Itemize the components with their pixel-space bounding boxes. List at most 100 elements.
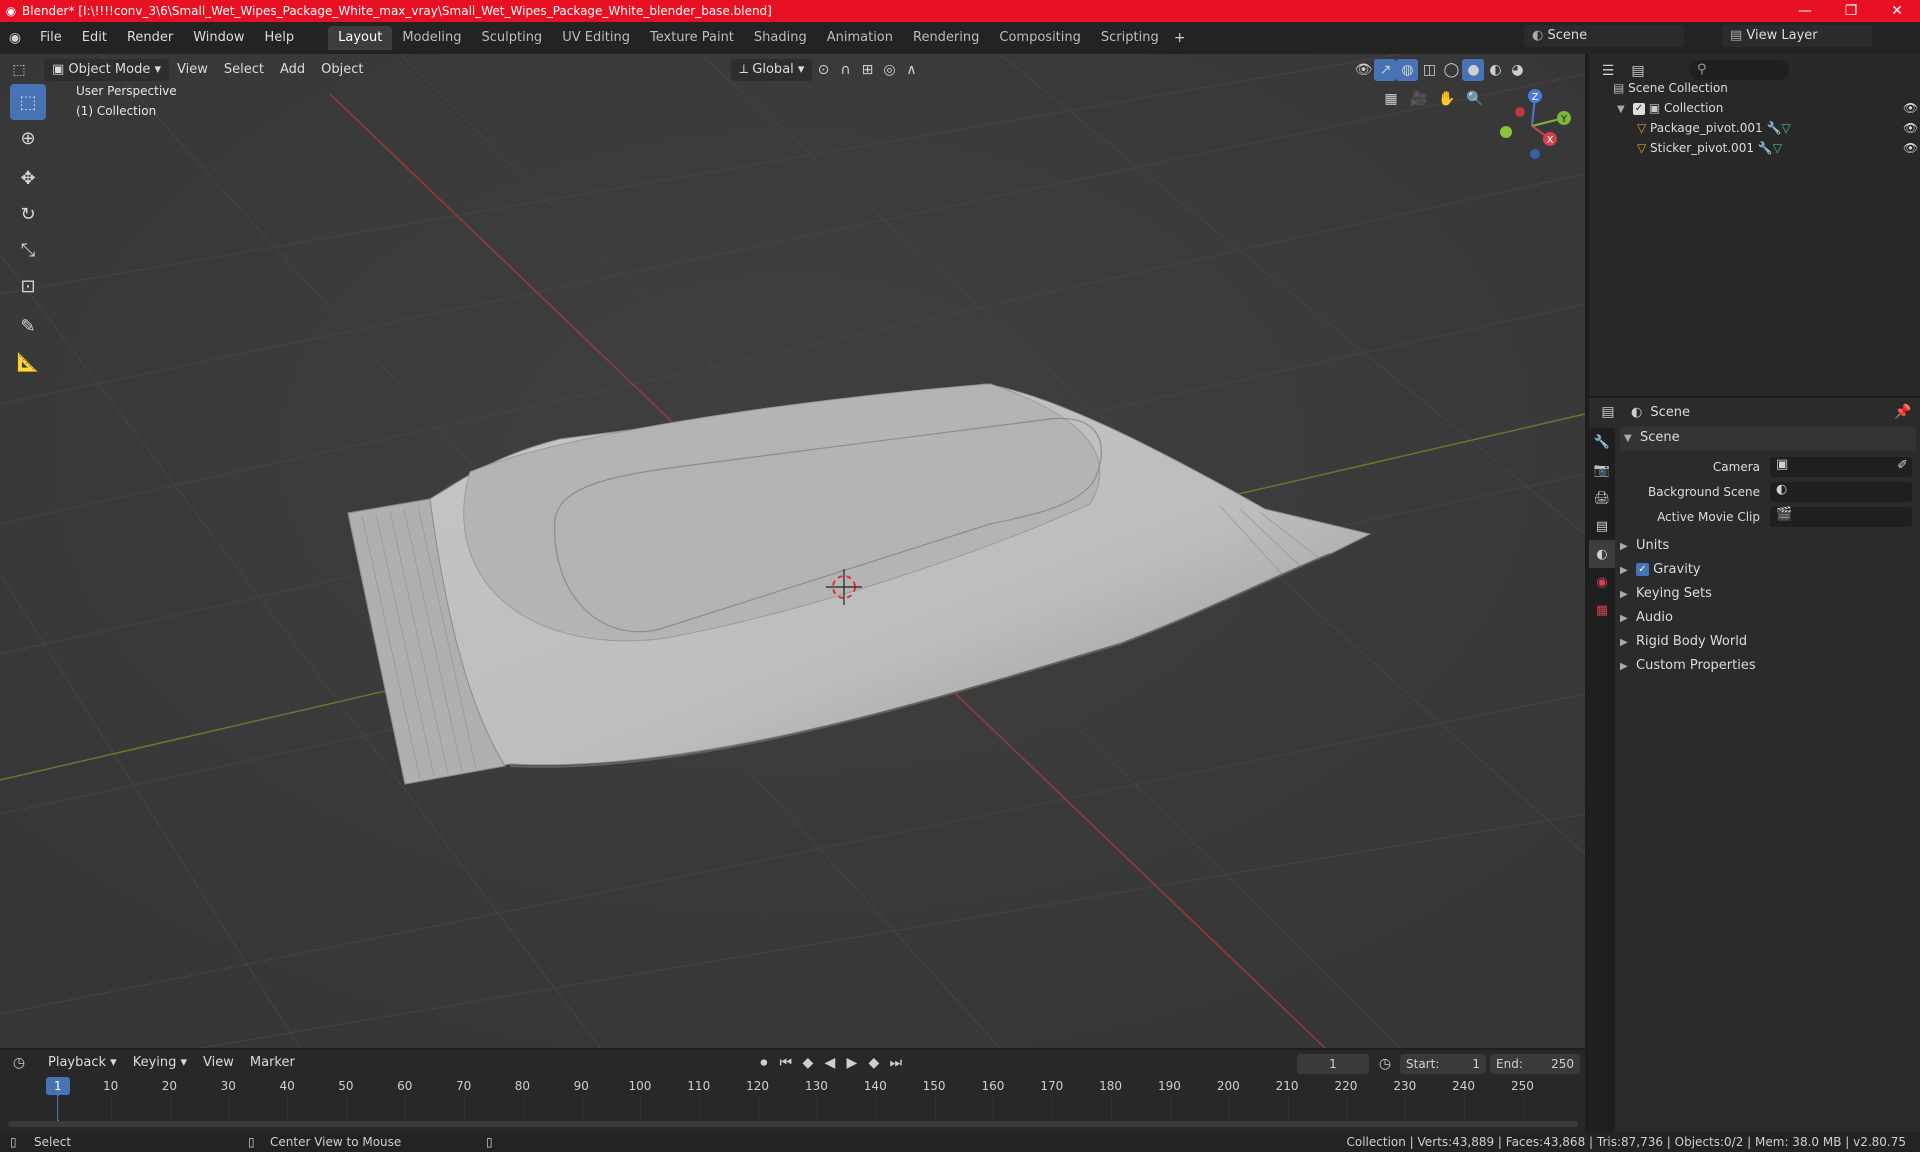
gizmo-toggle-icon[interactable]: ↗ — [1374, 59, 1397, 81]
transform-tool-icon[interactable]: ⊡ — [10, 268, 46, 304]
properties-editor-icon[interactable]: ▤ — [1597, 401, 1619, 423]
tab-scripting[interactable]: Scripting — [1091, 26, 1169, 50]
xray-toggle-icon[interactable]: ◫ — [1418, 59, 1440, 81]
outliner-search-input[interactable]: ⚲ — [1689, 60, 1789, 80]
gravity-panel[interactable]: ▶ ✓ Gravity — [1620, 558, 1701, 582]
visibility-filter-icon[interactable]: 👁 — [1352, 59, 1374, 81]
viewport-menu-view[interactable]: View — [169, 59, 216, 81]
object-visibility-icon[interactable]: 👁 — [1903, 118, 1918, 138]
wireframe-shading-icon[interactable]: ◯ — [1440, 59, 1462, 81]
custom-properties-panel[interactable]: ▶ Custom Properties — [1620, 654, 1756, 678]
outliner-collection-row[interactable]: ▼ ✓ ▣ Collection 👁 — [1617, 98, 1918, 120]
tab-rendering[interactable]: Rendering — [903, 26, 989, 50]
minimize-button[interactable]: — — [1782, 3, 1828, 19]
timeline-editor-icon[interactable]: ◷ — [8, 1052, 30, 1074]
timeline-menu-marker[interactable]: Marker — [242, 1052, 303, 1074]
start-frame-field[interactable]: Start: 1 — [1400, 1054, 1486, 1074]
render-tab-icon[interactable]: 📷 — [1589, 456, 1615, 484]
blender-menu-icon[interactable]: ◉ — [0, 27, 30, 49]
jump-start-icon[interactable]: ⏮ — [775, 1052, 797, 1074]
rigid-body-world-panel[interactable]: ▶ Rigid Body World — [1620, 630, 1747, 654]
close-button[interactable]: ✕ — [1874, 3, 1920, 19]
units-panel[interactable]: ▶ Units — [1620, 534, 1669, 558]
timeline-menu-keying[interactable]: Keying ▾ — [125, 1052, 195, 1074]
viewport-menu-select[interactable]: Select — [216, 59, 272, 81]
stopwatch-icon[interactable]: ◷ — [1374, 1053, 1396, 1075]
snap-icon[interactable]: ∩ — [834, 59, 856, 81]
scene-selector[interactable]: ◐ Scene — [1524, 25, 1684, 47]
world-tab-icon[interactable]: ◉ — [1589, 568, 1615, 596]
end-frame-field[interactable]: End: 250 — [1490, 1054, 1580, 1074]
scene-panel-header[interactable]: ▼ Scene — [1620, 426, 1916, 450]
current-frame-field[interactable]: 1 — [1297, 1054, 1369, 1074]
audio-panel[interactable]: ▶ Audio — [1620, 606, 1673, 630]
collection-visibility-icon[interactable]: 👁 — [1903, 98, 1918, 118]
gizmo-neg-y-axis[interactable] — [1500, 126, 1512, 138]
pan-view-icon[interactable]: ✋ — [1436, 88, 1458, 110]
outliner-object-row[interactable]: ▽ Sticker_pivot.001 🔧▽ 👁 — [1637, 138, 1918, 158]
navigation-gizmo[interactable]: Z Y X — [1492, 84, 1572, 164]
viewport-menu-object[interactable]: Object — [313, 59, 371, 81]
camera-field[interactable]: ▣ ✐ — [1770, 457, 1912, 477]
pin-icon[interactable]: 📌 — [1892, 401, 1914, 423]
timeline-menu-playback[interactable]: Playback ▾ — [40, 1052, 125, 1074]
material-shading-icon[interactable]: ◐ — [1484, 59, 1506, 81]
ortho-toggle-icon[interactable]: ▦ — [1380, 88, 1402, 110]
view-layer-tab-icon[interactable]: ▤ — [1589, 512, 1615, 540]
falloff-icon[interactable]: ∧ — [900, 59, 922, 81]
transform-orientation-selector[interactable]: ⟂ Global ▾ — [731, 59, 813, 81]
editor-type-icon[interactable]: ⬚ — [8, 59, 30, 81]
rendered-shading-icon[interactable]: ◕ — [1506, 59, 1528, 81]
select-box-tool-icon[interactable]: ⬚ — [10, 84, 46, 120]
mode-selector[interactable]: ▣ Object Mode ▾ — [44, 59, 169, 81]
gizmo-neg-z-axis[interactable] — [1530, 149, 1540, 159]
texture-tab-icon[interactable]: ▦ — [1589, 596, 1615, 624]
zoom-view-icon[interactable]: 🔍 — [1464, 88, 1486, 110]
gravity-checkbox[interactable]: ✓ — [1636, 563, 1649, 576]
play-icon[interactable]: ▶ — [841, 1052, 863, 1074]
tab-animation[interactable]: Animation — [817, 26, 903, 50]
tab-modeling[interactable]: Modeling — [392, 26, 471, 50]
active-movie-clip-field[interactable]: 🎬 — [1770, 507, 1912, 527]
viewport-menu-add[interactable]: Add — [272, 59, 313, 81]
eyedropper-icon[interactable]: ✐ — [1897, 458, 1908, 473]
tool-tab-icon[interactable]: 🔧 — [1589, 428, 1615, 456]
play-reverse-icon[interactable]: ◀ — [819, 1052, 841, 1074]
tab-uv-editing[interactable]: UV Editing — [552, 26, 640, 50]
solid-shading-icon[interactable]: ● — [1462, 59, 1485, 81]
next-keyframe-icon[interactable]: ◆ — [863, 1052, 885, 1074]
scale-tool-icon[interactable]: ⤡ — [10, 232, 46, 268]
outliner-scene-collection[interactable]: ▤ Scene Collection — [1613, 78, 1728, 98]
move-tool-icon[interactable]: ✥ — [10, 160, 46, 196]
view-layer-selector[interactable]: ▤ View Layer — [1722, 25, 1872, 47]
tab-compositing[interactable]: Compositing — [989, 26, 1091, 50]
outliner-object-row[interactable]: ▽ Package_pivot.001 🔧▽ 👁 — [1637, 118, 1918, 138]
tab-layout[interactable]: Layout — [328, 26, 393, 50]
timeline-scrollbar[interactable] — [8, 1121, 1578, 1127]
gizmo-neg-x-axis[interactable] — [1515, 107, 1525, 117]
menu-render[interactable]: Render — [117, 26, 183, 50]
menu-help[interactable]: Help — [255, 26, 305, 50]
menu-window[interactable]: Window — [183, 26, 254, 50]
keying-sets-panel[interactable]: ▶ Keying Sets — [1620, 582, 1712, 606]
tab-sculpting[interactable]: Sculpting — [471, 26, 552, 50]
proportional-edit-icon[interactable]: ◎ — [878, 59, 900, 81]
measure-tool-icon[interactable]: 📐 — [10, 344, 46, 380]
maximize-button[interactable]: ❐ — [1828, 3, 1874, 19]
tab-shading[interactable]: Shading — [744, 26, 817, 50]
tab-texture-paint[interactable]: Texture Paint — [640, 26, 744, 50]
menu-file[interactable]: File — [30, 26, 72, 50]
expand-chevron-icon[interactable]: ▼ — [1617, 100, 1633, 120]
jump-end-icon[interactable]: ⏭ — [885, 1052, 907, 1074]
pivot-icon[interactable]: ⊙ — [812, 59, 834, 81]
menu-edit[interactable]: Edit — [72, 26, 117, 50]
add-workspace-icon[interactable]: + — [1169, 27, 1191, 49]
snap-target-icon[interactable]: ⊞ — [856, 59, 878, 81]
camera-view-icon[interactable]: 🎥 — [1408, 88, 1430, 110]
collection-checkbox[interactable]: ✓ — [1633, 102, 1645, 115]
background-scene-field[interactable]: ◐ — [1770, 482, 1912, 502]
prev-keyframe-icon[interactable]: ◆ — [797, 1052, 819, 1074]
timeline-menu-view[interactable]: View — [195, 1052, 242, 1074]
record-icon[interactable]: ⏺ — [753, 1052, 775, 1074]
scene-tab-icon[interactable]: ◐ — [1589, 540, 1615, 568]
